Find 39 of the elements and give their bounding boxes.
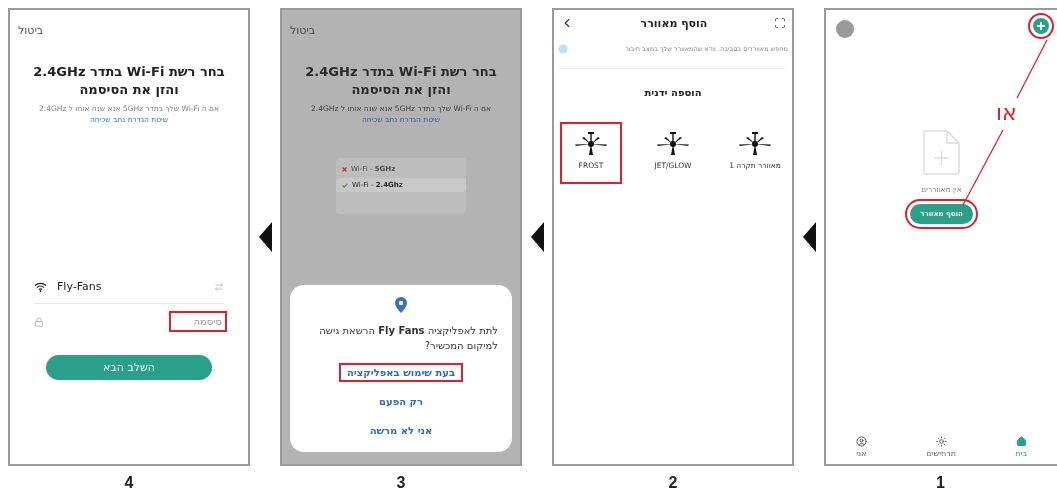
screen-title: בחר רשת Wi-Fi בתדר 2.4GHz והזן את הסיסמה: [32, 63, 226, 99]
permission-option[interactable]: רק הפעם: [371, 392, 431, 411]
check-icon: [342, 182, 348, 188]
ceiling-fan-icon: [738, 132, 772, 156]
plus-icon: [1037, 22, 1045, 30]
annotation-label: או: [996, 100, 1017, 125]
step-arrow-icon: [258, 222, 272, 252]
cancel-link[interactable]: ביטול: [18, 10, 56, 37]
scan-icon[interactable]: [774, 17, 786, 29]
section-title: הוספה ידנית: [643, 87, 703, 98]
home-icon: [1015, 436, 1027, 447]
ceiling-fan-icon: [574, 132, 608, 156]
location-pin-icon: [395, 297, 407, 313]
user-icon: [855, 436, 867, 447]
lock-icon: [34, 316, 44, 327]
tab[interactable]: בית: [1011, 434, 1032, 460]
step-arrow-icon: [530, 222, 544, 252]
sun-icon: [935, 436, 947, 447]
cross-icon: [342, 166, 347, 172]
network-name: Fly-Fans: [57, 280, 103, 294]
permission-option[interactable]: בעת שימוש באפליקציה: [339, 363, 463, 382]
ceiling-fan-icon: [656, 132, 690, 156]
password-field[interactable]: סיסמה: [172, 314, 224, 330]
step-number: 3: [396, 474, 406, 492]
tab[interactable]: תרחישים: [922, 434, 960, 460]
step-number: 4: [124, 474, 134, 492]
wifi-icon: [34, 281, 47, 292]
avatar[interactable]: [836, 20, 854, 38]
next-button[interactable]: השלב הבא: [46, 355, 212, 381]
cancel-link[interactable]: ביטול: [290, 10, 328, 37]
tab[interactable]: אני: [851, 434, 871, 460]
step-number: 2: [668, 474, 678, 492]
step-number: 1: [936, 474, 945, 492]
empty-document-icon: [923, 130, 960, 175]
permission-option[interactable]: אני לא מרשה: [361, 421, 441, 440]
screen-title: בחר רשת Wi-Fi בתדר 2.4GHz והזן את הסיסמה: [304, 63, 498, 99]
screen-title: הוסף מאוורר: [640, 16, 708, 30]
step-arrow-icon: [802, 222, 816, 252]
search-progress-icon: [558, 44, 568, 54]
